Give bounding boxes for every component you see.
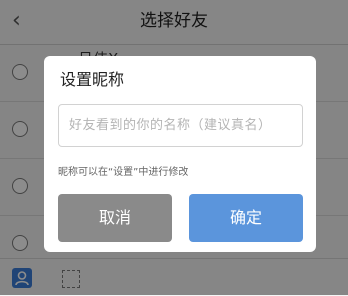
dialog-hint: 昵称可以在“设置”中进行修改 — [58, 167, 189, 178]
nickname-input[interactable] — [58, 104, 303, 147]
confirm-button[interactable]: 确定 — [189, 194, 303, 242]
set-nickname-dialog: 设置昵称 昵称可以在“设置”中进行修改 取消 确定 — [44, 56, 316, 252]
dialog-title: 设置昵称 — [60, 70, 125, 89]
cancel-button[interactable]: 取消 — [58, 194, 172, 242]
